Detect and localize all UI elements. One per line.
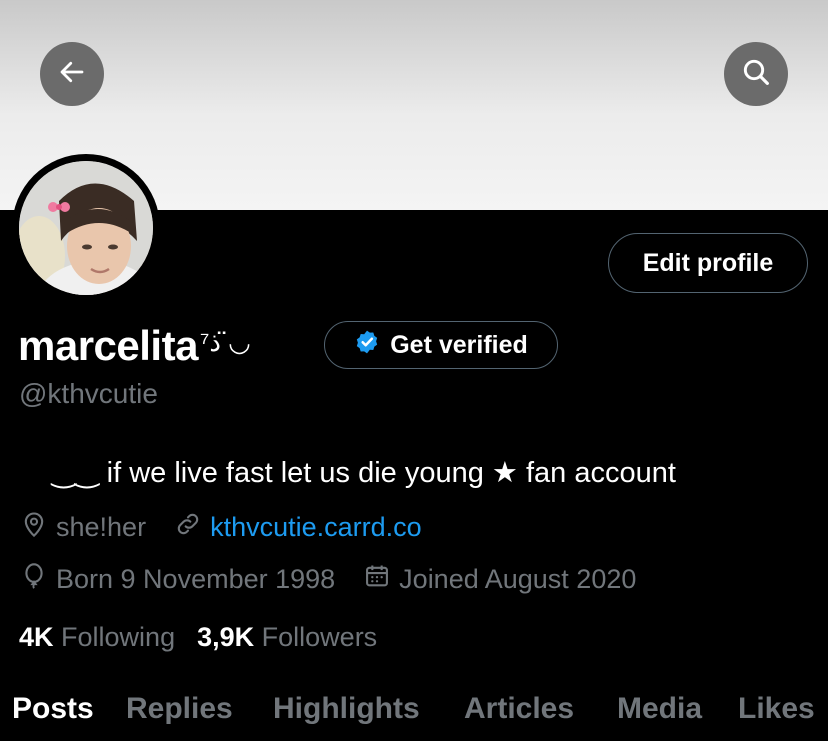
website-link[interactable]: kthvcutie.carrd.co: [210, 512, 422, 543]
pronouns-item: she!her: [20, 510, 146, 545]
avatar-photo: [19, 161, 153, 295]
followers-count: 3,9K: [197, 622, 255, 652]
birthday-item: Born 9 November 1998: [20, 562, 335, 597]
tab-articles[interactable]: Articles: [464, 692, 574, 726]
avatar[interactable]: [12, 154, 160, 302]
search-icon: [740, 56, 772, 93]
location-icon: [20, 510, 48, 545]
followers-label: Followers: [261, 622, 378, 652]
following-count: 4K: [19, 622, 54, 652]
tab-media[interactable]: Media: [617, 692, 702, 726]
follow-stats: 4K Following 3,9K Followers: [19, 622, 377, 653]
tab-replies[interactable]: Replies: [126, 692, 233, 726]
website-item[interactable]: kthvcutie.carrd.co: [174, 510, 422, 545]
joined-item: Joined August 2020: [363, 562, 636, 597]
bio: ‿‿ if we live fast let us die young ★ fa…: [52, 457, 676, 489]
calendar-icon: [363, 562, 391, 597]
profile-tabs: Posts Replies Highlights Articles Media …: [0, 692, 828, 741]
profile-meta-row-2: Born 9 November 1998 Joined August 2020: [20, 562, 664, 597]
joined-text: Joined August 2020: [399, 564, 637, 594]
tab-highlights[interactable]: Highlights: [273, 692, 420, 726]
profile-meta-row-1: she!her kthvcutie.carrd.co: [20, 510, 450, 545]
followers-stat[interactable]: 3,9K Followers: [197, 622, 377, 653]
tab-posts[interactable]: Posts: [12, 692, 94, 726]
verified-badge-icon: [354, 329, 380, 362]
get-verified-label: Get verified: [390, 330, 528, 359]
birthday-text: Born 9 November 1998: [56, 564, 336, 594]
following-stat[interactable]: 4K Following: [19, 622, 175, 653]
tab-likes[interactable]: Likes: [738, 692, 815, 726]
link-icon: [174, 510, 202, 545]
display-name-row: marcelita ذ⁷ ◡̈: [18, 322, 251, 370]
handle: @kthvcutie: [19, 378, 158, 409]
display-name-suffix: ذ⁷ ◡̈: [199, 326, 251, 357]
birthday-balloon-icon: [20, 562, 48, 597]
edit-profile-button[interactable]: Edit profile: [608, 233, 808, 293]
search-button[interactable]: [724, 42, 788, 106]
back-button[interactable]: [40, 42, 104, 106]
pronouns-text: she!her: [56, 512, 147, 542]
display-name: marcelita: [18, 322, 198, 369]
back-arrow-icon: [57, 57, 87, 92]
following-label: Following: [61, 622, 176, 652]
get-verified-button[interactable]: Get verified: [324, 321, 558, 369]
